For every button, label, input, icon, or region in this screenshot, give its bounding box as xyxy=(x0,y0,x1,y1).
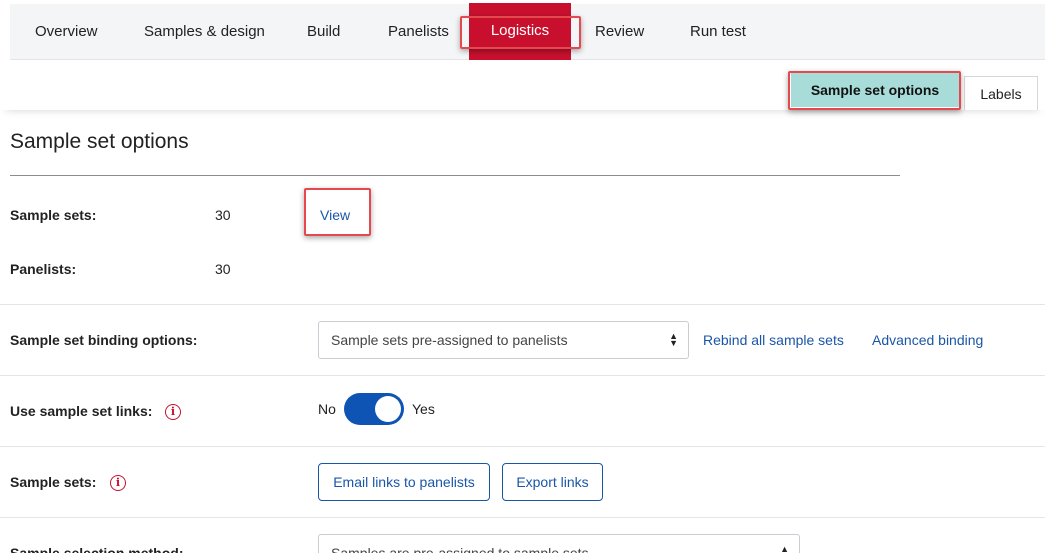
sample-sets-count-value: 30 xyxy=(215,207,231,223)
toggle-off-label: No xyxy=(318,401,336,417)
toggle-on-label: Yes xyxy=(412,401,435,417)
sub-tab-bar: Labels Sample set options xyxy=(0,60,1045,110)
use-links-toggle[interactable] xyxy=(344,393,404,425)
row-divider xyxy=(0,446,1045,447)
toggle-knob xyxy=(375,396,401,422)
nav-tab-review[interactable]: Review xyxy=(595,4,644,60)
row-divider xyxy=(0,375,1045,376)
advanced-binding-link[interactable]: Advanced binding xyxy=(872,332,983,348)
nav-tab-samples-design[interactable]: Samples & design xyxy=(144,4,265,60)
row-divider xyxy=(0,304,1045,305)
binding-options-select[interactable]: Sample sets pre-assigned to panelists ▲ ▼ xyxy=(318,321,689,359)
select-arrows-icon: ▲▼ xyxy=(780,544,789,553)
subtab-sample-set-options[interactable]: Sample set options xyxy=(791,73,959,107)
subtab-labels[interactable]: Labels xyxy=(964,76,1038,110)
binding-options-label: Sample set binding options: xyxy=(10,332,198,348)
title-divider xyxy=(10,175,900,176)
selection-method-selected: Samples are pre-assigned to sample sets xyxy=(331,545,589,553)
rebind-all-link[interactable]: Rebind all sample sets xyxy=(703,332,844,348)
selection-method-label: Sample selection method: xyxy=(10,545,184,553)
use-links-label: Use sample set links: xyxy=(10,403,153,419)
page-title: Sample set options xyxy=(10,130,189,153)
panelists-count-label: Panelists: xyxy=(10,261,77,277)
binding-options-selected: Sample sets pre-assigned to panelists xyxy=(331,332,568,348)
row-divider xyxy=(0,517,1045,518)
top-navigation: Overview Samples & design Build Panelist… xyxy=(10,3,1045,61)
panelists-count-value: 30 xyxy=(215,261,231,277)
email-links-button[interactable]: Email links to panelists xyxy=(318,463,490,501)
nav-tab-run-test[interactable]: Run test xyxy=(690,4,746,60)
info-icon[interactable]: i xyxy=(165,404,181,420)
export-links-button[interactable]: Export links xyxy=(502,463,603,501)
nav-tab-logistics[interactable]: Logistics xyxy=(469,3,571,61)
sample-sets-links-label: Sample sets: xyxy=(10,474,97,490)
info-icon[interactable]: i xyxy=(110,475,126,491)
nav-tab-overview[interactable]: Overview xyxy=(35,4,98,60)
sample-sets-count-label: Sample sets: xyxy=(10,207,97,223)
select-arrows-icon: ▲▼ xyxy=(669,331,678,348)
nav-tab-panelists[interactable]: Panelists xyxy=(388,4,449,60)
selection-method-select[interactable]: Samples are pre-assigned to sample sets … xyxy=(318,534,800,553)
nav-tab-build[interactable]: Build xyxy=(307,4,340,60)
view-sample-sets-link[interactable]: View xyxy=(320,207,350,223)
